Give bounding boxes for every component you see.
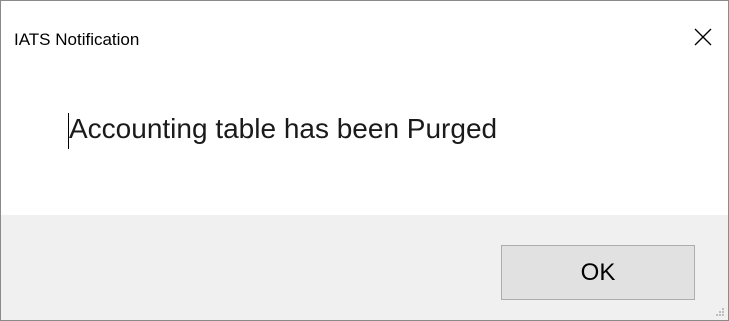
ok-button[interactable]: OK <box>501 245 695 300</box>
message-area: Accounting table has been Purged <box>1 65 728 215</box>
close-button[interactable] <box>681 17 725 53</box>
resize-grip-icon[interactable] <box>713 305 725 317</box>
title-bar[interactable]: IATS Notification <box>1 1 728 65</box>
window-title: IATS Notification <box>14 30 140 49</box>
close-icon <box>694 28 712 46</box>
notification-dialog: IATS Notification Accounting table has b… <box>0 0 729 321</box>
notification-message: Accounting table has been Purged <box>69 113 498 144</box>
button-bar: OK <box>1 215 728 320</box>
